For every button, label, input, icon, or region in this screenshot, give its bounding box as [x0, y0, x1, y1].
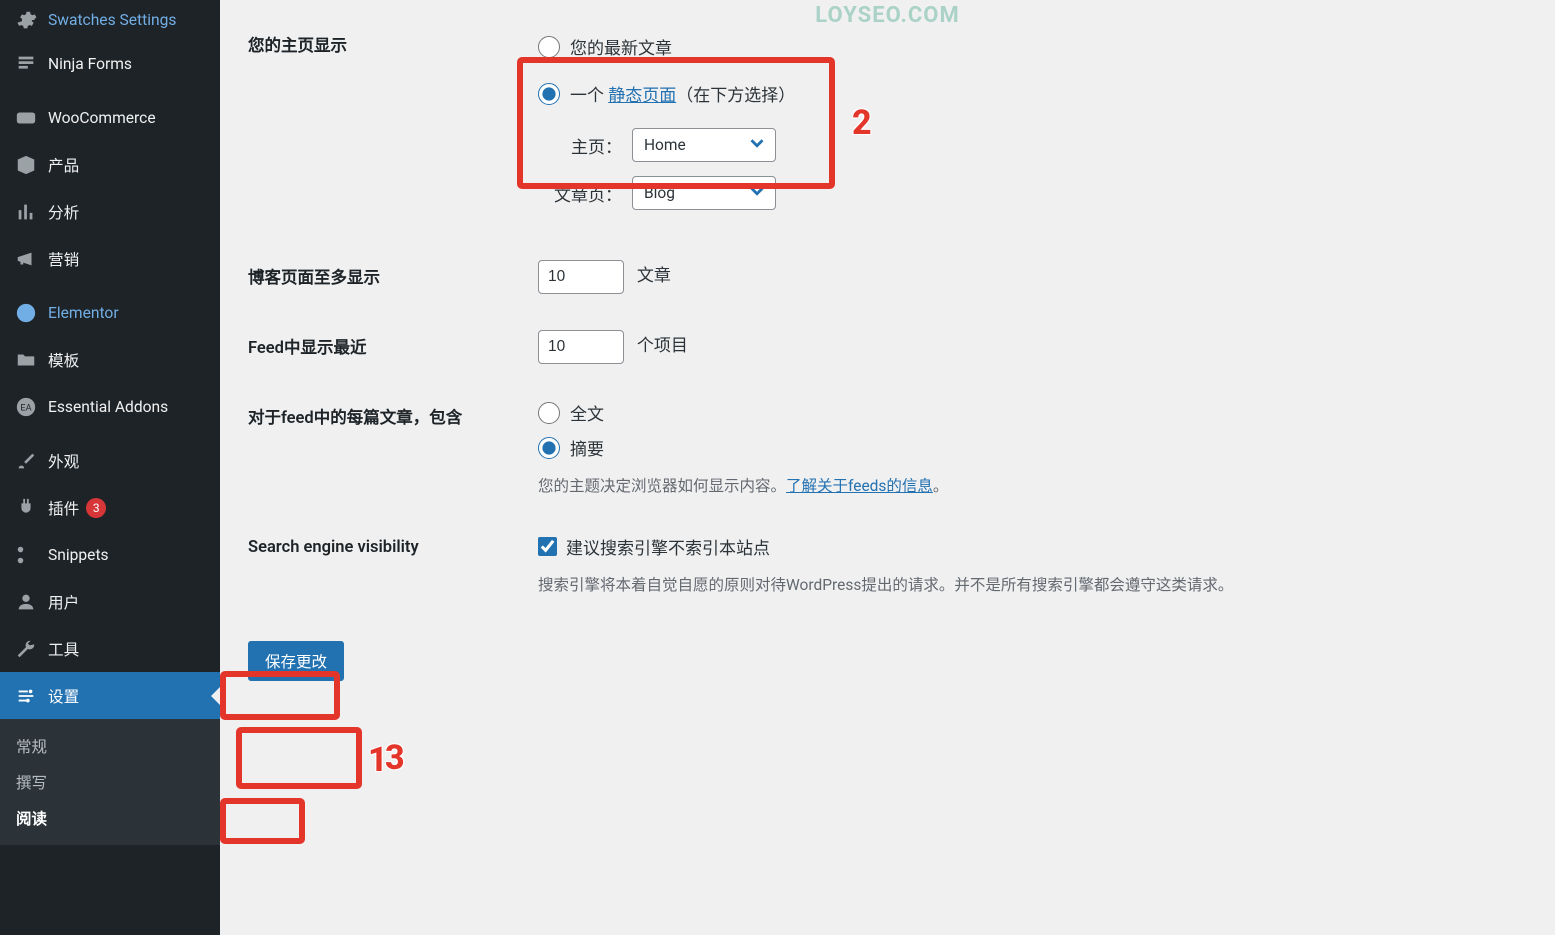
- gear-icon: [14, 8, 38, 32]
- radio-latest-posts-row: 您的最新文章: [538, 34, 1527, 59]
- brush-icon: [14, 449, 38, 473]
- sidebar-item-settings[interactable]: 设置: [0, 672, 220, 719]
- homepage-select-label: 主页：: [538, 133, 622, 158]
- radio-full-text[interactable]: [538, 402, 560, 424]
- row-label-feed-content: 对于feed中的每篇文章，包含: [248, 382, 538, 516]
- annotation-number-3: 3: [385, 738, 405, 778]
- homepage-select[interactable]: Home: [632, 128, 776, 162]
- sidebar-item-ninjaforms[interactable]: Ninja Forms: [0, 40, 220, 87]
- discourage-search-checkbox[interactable]: [538, 537, 557, 556]
- sidebar-item-templates[interactable]: 模板: [0, 336, 220, 383]
- sidebar-item-users[interactable]: 用户: [0, 578, 220, 625]
- settings-submenu: 常规 撰写 阅读: [0, 719, 220, 845]
- box-icon: [14, 153, 38, 177]
- seo-description: 搜索引擎将本着自觉自愿的原则对待WordPress提出的请求。并不是所有搜索引擎…: [538, 573, 1527, 597]
- sidebar-item-label: 模板: [48, 349, 79, 371]
- sidebar-item-label: WooCommerce: [48, 109, 156, 127]
- blog-posts-count-input[interactable]: [538, 260, 624, 294]
- feed-count-suffix: 个项目: [637, 336, 688, 356]
- folder-icon: [14, 348, 38, 372]
- seo-checkbox-row: 建议搜索引擎不索引本站点: [538, 534, 1527, 559]
- submenu-reading[interactable]: 阅读: [0, 800, 220, 836]
- posts-page-select-row: 文章页： Blog: [538, 176, 1527, 210]
- static-page-link[interactable]: 静态页面: [608, 86, 676, 106]
- posts-page-select-label: 文章页：: [538, 181, 622, 206]
- ea-icon: EA: [14, 395, 38, 419]
- feed-items-count-input[interactable]: [538, 330, 624, 364]
- annotation-number-1: 1: [368, 740, 388, 780]
- submit-row: 保存更改: [248, 641, 1527, 681]
- plug-icon: [14, 496, 38, 520]
- submenu-writing[interactable]: 撰写: [0, 764, 220, 800]
- chart-icon: [14, 200, 38, 224]
- blog-count-suffix: 文章: [637, 266, 671, 286]
- sidebar-item-label: 产品: [48, 154, 79, 176]
- radio-latest-posts[interactable]: [538, 36, 560, 58]
- chevron-down-icon: [746, 132, 768, 158]
- row-label-seo: Search engine visibility: [248, 516, 538, 615]
- row-label-blog-count: 博客页面至多显示: [248, 242, 538, 312]
- radio-static-page-label[interactable]: 一个 静态页面（在下方选择）: [570, 81, 795, 106]
- elementor-icon: [14, 301, 38, 325]
- row-label-homepage: 您的主页显示: [248, 10, 538, 242]
- homepage-select-row: 主页： Home: [538, 128, 1527, 162]
- sidebar-item-label: 用户: [48, 591, 79, 613]
- sidebar-item-label: 工具: [48, 638, 79, 660]
- settings-reading-content: LOYSEO.COM 您的主页显示 您的最新文章 一个 静态页面（在下方选择） …: [220, 0, 1555, 935]
- radio-full-text-label[interactable]: 全文: [570, 400, 604, 425]
- form-icon: [14, 52, 38, 76]
- chevron-down-icon: [746, 180, 768, 206]
- sidebar-item-appearance[interactable]: 外观: [0, 437, 220, 484]
- admin-sidebar: Swatches Settings Ninja Forms WooCommerc…: [0, 0, 220, 935]
- sidebar-item-plugins[interactable]: 插件 3: [0, 484, 220, 531]
- sidebar-item-snippets[interactable]: Snippets: [0, 531, 220, 578]
- annotation-box-reading: [220, 798, 305, 844]
- sidebar-item-products[interactable]: 产品: [0, 141, 220, 188]
- discourage-search-label[interactable]: 建议搜索引擎不索引本站点: [566, 534, 770, 559]
- sidebar-item-tools[interactable]: 工具: [0, 625, 220, 672]
- feeds-info-link[interactable]: 了解关于feeds的信息: [786, 477, 933, 495]
- sidebar-item-label: Snippets: [48, 546, 109, 564]
- radio-static-page-row: 一个 静态页面（在下方选择）: [538, 81, 1527, 106]
- scissors-icon: [14, 543, 38, 567]
- radio-latest-posts-label[interactable]: 您的最新文章: [570, 34, 672, 59]
- sidebar-item-label: Elementor: [48, 304, 119, 322]
- row-label-feed-count: Feed中显示最近: [248, 312, 538, 382]
- feed-description: 您的主题决定浏览器如何显示内容。了解关于feeds的信息。: [538, 474, 1527, 498]
- sliders-icon: [14, 684, 38, 708]
- woo-icon: [14, 106, 38, 130]
- radio-full-text-row: 全文: [538, 400, 1527, 425]
- radio-summary-label[interactable]: 摘要: [570, 435, 604, 460]
- sidebar-item-label: 营销: [48, 248, 79, 270]
- svg-text:EA: EA: [20, 403, 31, 413]
- sidebar-item-label: Essential Addons: [48, 398, 168, 416]
- sidebar-item-label: Swatches Settings: [48, 11, 176, 29]
- posts-page-select[interactable]: Blog: [632, 176, 776, 210]
- sidebar-item-marketing[interactable]: 营销: [0, 235, 220, 282]
- submenu-general[interactable]: 常规: [0, 728, 220, 764]
- user-icon: [14, 590, 38, 614]
- wrench-icon: [14, 637, 38, 661]
- plugins-update-badge: 3: [86, 498, 106, 518]
- sidebar-item-woocommerce[interactable]: WooCommerce: [0, 94, 220, 141]
- sidebar-item-elementor[interactable]: Elementor: [0, 289, 220, 336]
- sidebar-item-label: Ninja Forms: [48, 55, 132, 73]
- sidebar-item-label: 插件: [48, 497, 79, 519]
- annotation-box-save: [236, 727, 362, 789]
- save-changes-button[interactable]: 保存更改: [248, 641, 344, 681]
- megaphone-icon: [14, 247, 38, 271]
- sidebar-item-label: 分析: [48, 201, 79, 223]
- sidebar-item-essential-addons[interactable]: EA Essential Addons: [0, 383, 220, 430]
- sidebar-item-swatches[interactable]: Swatches Settings: [0, 0, 220, 40]
- radio-summary-row: 摘要: [538, 435, 1527, 460]
- sidebar-item-label: 外观: [48, 450, 79, 472]
- sidebar-item-label: 设置: [48, 685, 79, 707]
- radio-static-page[interactable]: [538, 83, 560, 105]
- radio-summary[interactable]: [538, 437, 560, 459]
- sidebar-item-analytics[interactable]: 分析: [0, 188, 220, 235]
- settings-form: 您的主页显示 您的最新文章 一个 静态页面（在下方选择） 主页： Home: [248, 10, 1527, 615]
